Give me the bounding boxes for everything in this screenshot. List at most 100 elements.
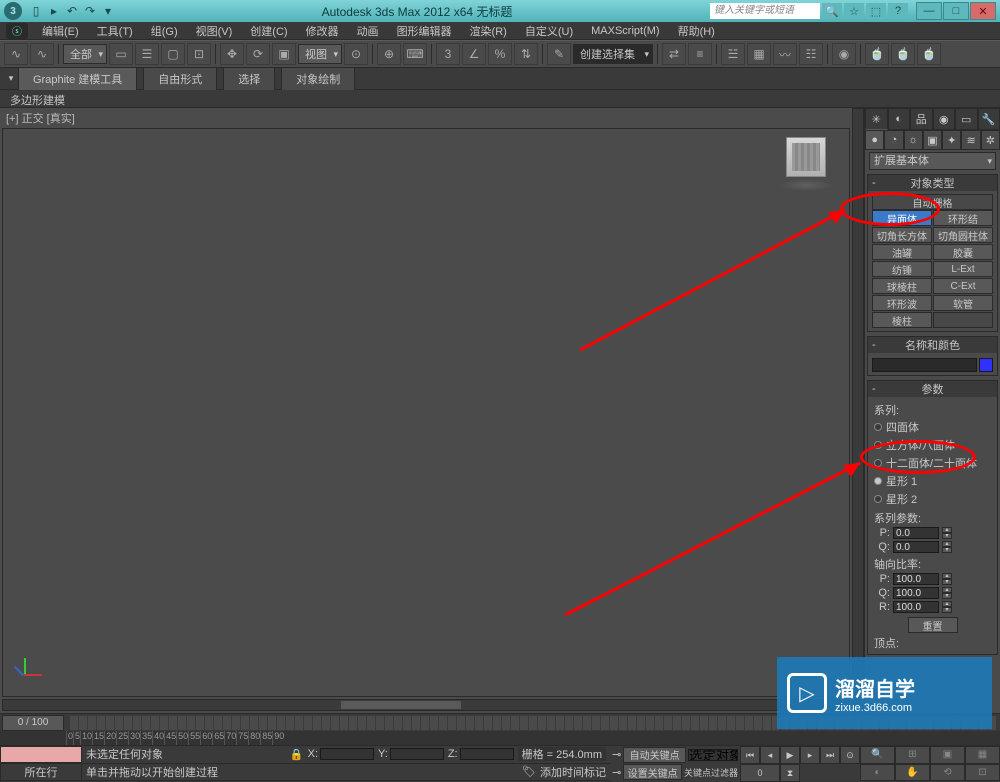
menu-edit[interactable]: 编辑(E) [34, 23, 87, 39]
named-selection-combo[interactable]: 创建选择集 [573, 44, 653, 64]
time-tag-icon[interactable]: 🏷 [522, 765, 536, 778]
zoom-all-icon[interactable]: ⊞ [895, 746, 930, 764]
unlink-icon[interactable]: ∿ [30, 43, 54, 65]
ribbon-tab-freeform[interactable]: 自由形式 [143, 67, 217, 90]
btn-hedra[interactable]: 异面体 [872, 210, 932, 226]
material-editor-icon[interactable]: ◉ [832, 43, 856, 65]
selection-filter-combo[interactable]: 全部 [63, 44, 107, 64]
lock-icon[interactable]: 🔒 [290, 748, 304, 761]
menu-create[interactable]: 创建(C) [242, 23, 295, 39]
goto-end-icon[interactable]: ⏭ [820, 746, 840, 764]
geometry-category-combo[interactable]: 扩展基本体 [869, 152, 996, 170]
goto-start-icon[interactable]: ⏮ [740, 746, 760, 764]
reset-button[interactable]: 重置 [908, 617, 958, 633]
radio-tetra[interactable]: 四面体 [872, 418, 993, 436]
setkey-button[interactable]: 设置关键点 [623, 764, 682, 780]
snap-toggle-3-icon[interactable]: 3 [436, 43, 460, 65]
minimize-button[interactable]: — [916, 2, 942, 20]
link-icon[interactable]: ∿ [4, 43, 28, 65]
scale-icon[interactable]: ▣ [272, 43, 296, 65]
panel-tab-hierarchy-icon[interactable]: 品 [910, 108, 933, 130]
autokey-button[interactable]: 自动关键点 [623, 747, 686, 763]
exchange-icon[interactable]: ⬚ [866, 3, 886, 19]
menu-grapheditors[interactable]: 图形编辑器 [389, 23, 460, 39]
btn-gengon[interactable]: 球棱柱 [872, 278, 932, 294]
viewcube[interactable] [779, 137, 833, 197]
qa-dropdown-icon[interactable]: ▾ [100, 3, 116, 19]
qa-new-icon[interactable]: ▯ [28, 3, 44, 19]
ref-coord-combo[interactable]: 视图 [298, 44, 342, 64]
align-icon[interactable]: ≡ [688, 43, 712, 65]
viewport[interactable] [2, 128, 850, 697]
radio-cube-octa[interactable]: 立方体/八面体 [872, 436, 993, 454]
subtab-lights-icon[interactable]: ☼ [904, 130, 923, 150]
rollout-head-params[interactable]: 参数 [868, 381, 997, 397]
object-color-swatch[interactable] [979, 358, 993, 372]
btn-l-ext[interactable]: L-Ext [933, 261, 993, 277]
subtab-geometry-icon[interactable]: ● [865, 130, 884, 150]
menu-help[interactable]: 帮助(H) [670, 23, 723, 39]
coord-y-input[interactable] [390, 748, 444, 760]
menu-maxscript[interactable]: MAXScript(M) [583, 25, 667, 37]
selset-input[interactable] [688, 749, 738, 761]
coord-x-input[interactable] [320, 748, 374, 760]
use-center-icon[interactable]: ⊙ [344, 43, 368, 65]
curve-editor-icon[interactable]: 〰 [773, 43, 797, 65]
key-filters-button[interactable]: 关键点过滤器 [684, 766, 738, 779]
key-mode-toggle-icon[interactable]: ⊙ [840, 746, 860, 764]
help-icon[interactable]: ? [888, 3, 908, 19]
help-search-input[interactable]: 键入关键字或短语 [710, 3, 820, 19]
panel-tab-modify-icon[interactable]: ◐ [888, 108, 911, 130]
select-by-name-icon[interactable]: ☰ [135, 43, 159, 65]
move-icon[interactable]: ✥ [220, 43, 244, 65]
subscription-icon[interactable]: ☆ [844, 3, 864, 19]
schematic-view-icon[interactable]: ☷ [799, 43, 823, 65]
play-icon[interactable]: ▶ [780, 746, 800, 764]
subtab-helpers-icon[interactable]: ✦ [942, 130, 961, 150]
panel-tab-utilities-icon[interactable]: 🔧 [978, 108, 1000, 130]
subtab-shapes-icon[interactable]: ◔ [884, 130, 903, 150]
layer-manager-icon[interactable]: ☱ [721, 43, 745, 65]
current-frame-input[interactable]: 0 [740, 764, 780, 782]
btn-c-ext[interactable]: C-Ext [933, 278, 993, 294]
spinner-axis-q-input[interactable]: 100.0 [893, 587, 939, 599]
btn-chamfercyl[interactable]: 切角圆柱体 [933, 227, 993, 243]
menu-group[interactable]: 组(G) [143, 23, 186, 39]
ribbon-tab-graphite[interactable]: Graphite 建模工具 [18, 67, 137, 90]
spinner-p-input[interactable]: 0.0 [893, 527, 939, 539]
menu-tools[interactable]: 工具(T) [89, 23, 141, 39]
viewport-label[interactable]: [+] 正交 [真实] [0, 108, 852, 128]
ribbon-tab-objectpaint[interactable]: 对象绘制 [281, 67, 355, 90]
select-object-icon[interactable]: ▭ [109, 43, 133, 65]
angle-snap-icon[interactable]: ∠ [462, 43, 486, 65]
btn-capsule[interactable]: 胶囊 [933, 244, 993, 260]
rotate-icon[interactable]: ⟳ [246, 43, 270, 65]
menu-rendering[interactable]: 渲染(R) [462, 23, 515, 39]
spinner-axis-r-input[interactable]: 100.0 [893, 601, 939, 613]
key-mode-icon[interactable]: ⊸ [612, 748, 621, 761]
menu-animation[interactable]: 动画 [349, 23, 387, 39]
menu-customize[interactable]: 自定义(U) [517, 23, 581, 39]
btn-chamferbox[interactable]: 切角长方体 [872, 227, 932, 243]
prev-frame-icon[interactable]: ◂ [760, 746, 780, 764]
maximize-button[interactable]: □ [943, 2, 969, 20]
spinner-snap-icon[interactable]: ⇅ [514, 43, 538, 65]
fov-icon[interactable]: ◐ [860, 764, 895, 782]
ribbon-chevron-icon[interactable]: ▾ [4, 72, 18, 86]
mirror-icon[interactable]: ⇄ [662, 43, 686, 65]
radio-dodec-icos[interactable]: 十二面体/二十面体 [872, 454, 993, 472]
search-go-icon[interactable]: 🔍 [822, 3, 842, 19]
subtab-cameras-icon[interactable]: ▣ [923, 130, 942, 150]
percent-snap-icon[interactable]: % [488, 43, 512, 65]
qa-undo-icon[interactable]: ↷ [82, 3, 98, 19]
qa-save-icon[interactable]: ↶ [64, 3, 80, 19]
viewcube-cube-icon[interactable] [786, 137, 826, 177]
btn-oiltank[interactable]: 油罐 [872, 244, 932, 260]
autogrid-checkbox[interactable]: 自动栅格 [872, 194, 993, 210]
radio-star2[interactable]: 星形 2 [872, 490, 993, 508]
zoom-extents-icon[interactable]: ▣ [930, 746, 965, 764]
application-menu-icon[interactable]: ⓢ [6, 23, 28, 39]
subtab-spacewarps-icon[interactable]: ≋ [961, 130, 980, 150]
render-icon[interactable]: 🍵 [917, 43, 941, 65]
keyboard-shortcut-icon[interactable]: ⌨ [403, 43, 427, 65]
